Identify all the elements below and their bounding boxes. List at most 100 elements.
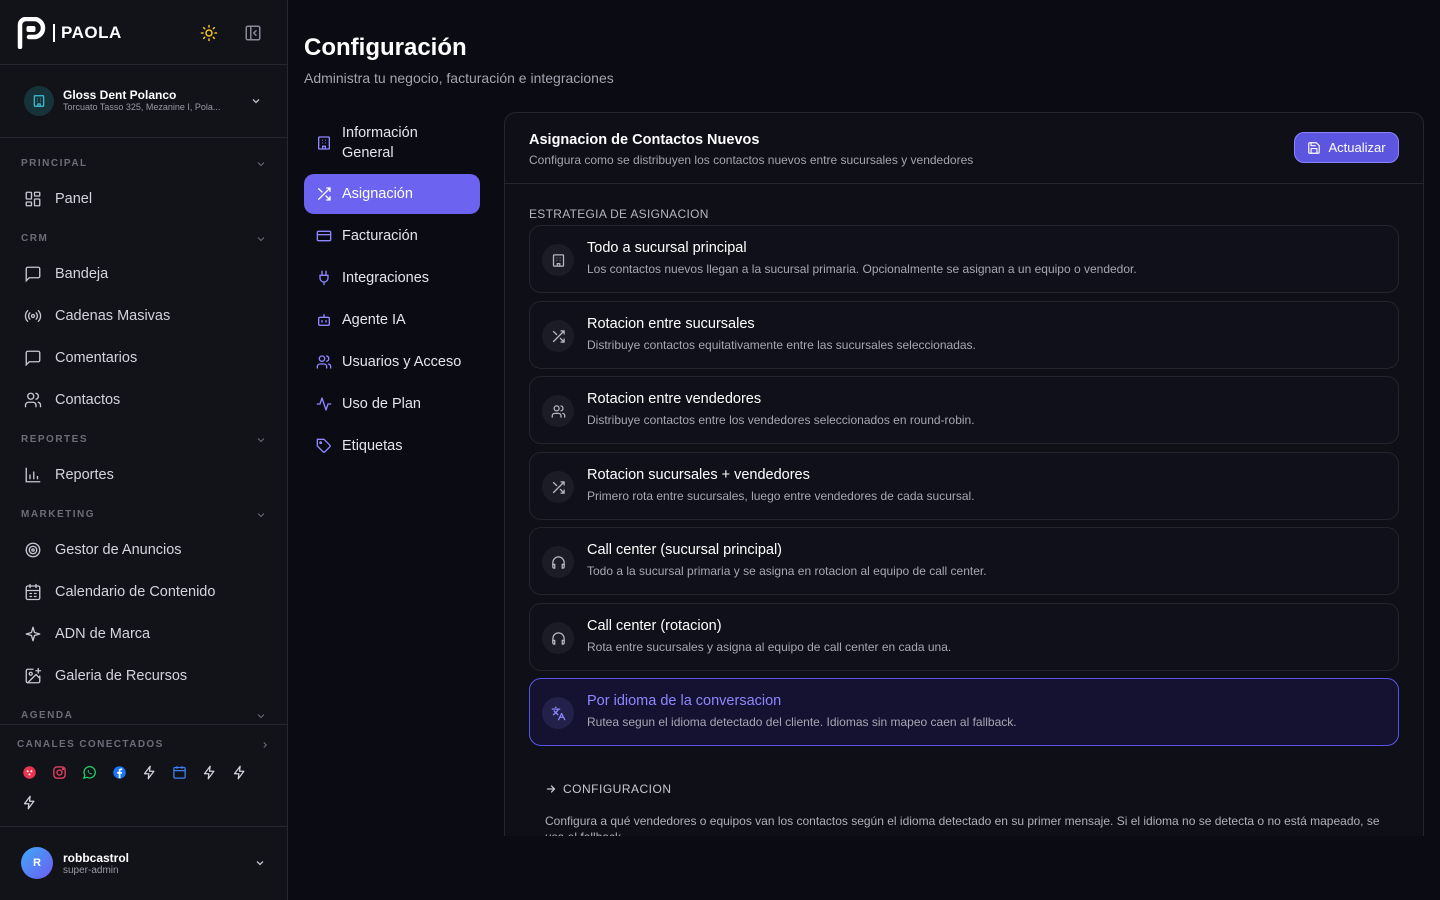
user-name: robbcastrol <box>63 851 130 865</box>
bot-channel-icon[interactable] <box>21 764 37 780</box>
strategy-label: ESTRATEGIA DE ASIGNACION <box>529 207 709 221</box>
logo-divider <box>53 24 55 42</box>
chevron-right-icon[interactable] <box>260 740 270 750</box>
settings-nav-etiquetas[interactable]: Etiquetas <box>304 426 480 466</box>
section-agenda: AGENDA <box>21 710 74 721</box>
settings-nav-agente-ia[interactable]: Agente IA <box>304 300 480 340</box>
target-icon <box>25 542 41 558</box>
chevron-down-icon[interactable] <box>250 95 262 107</box>
sidebar-item-label: Gestor de Anuncios <box>55 542 182 558</box>
config-section-header[interactable]: CONFIGURACION <box>545 782 672 796</box>
comment-icon <box>25 350 41 367</box>
sidebar-item-bandeja[interactable]: Bandeja <box>24 265 108 283</box>
sidebar-item-calendario[interactable]: Calendario de Contenido <box>24 583 215 601</box>
building-icon <box>318 136 330 150</box>
chevron-down-icon[interactable] <box>254 857 266 869</box>
settings-nav-informacion-general[interactable]: Información General <box>304 122 480 164</box>
strategy-option[interactable]: Rotacion entre vendedores Distribuye con… <box>529 376 1399 444</box>
users-icon <box>24 392 42 408</box>
channels-title: CANALES CONECTADOS <box>17 739 164 750</box>
panel-header: Asignacion de Contactos Nuevos Configura… <box>505 113 1423 184</box>
users-icon <box>316 355 332 369</box>
bolt-icon[interactable] <box>201 764 217 780</box>
headphones-icon <box>542 546 574 578</box>
sidebar-item-contactos[interactable]: Contactos <box>24 391 120 409</box>
user-menu[interactable]: R robbcastrol super-admin <box>0 826 287 900</box>
settings-nav-label: Uso de Plan <box>342 396 421 412</box>
workspace-address: Torcuato Tasso 325, Mezanine I, Pola... <box>63 102 221 112</box>
option-title: Rotacion entre sucursales <box>587 316 755 332</box>
sidebar-item-label: ADN de Marca <box>55 626 151 642</box>
bolt-icon[interactable] <box>141 764 157 780</box>
option-title: Todo a sucursal principal <box>587 240 747 256</box>
instagram-icon[interactable] <box>51 764 67 780</box>
chevron-down-icon[interactable] <box>255 509 267 521</box>
section-principal: PRINCIPAL <box>21 158 88 169</box>
workspace-name: Gloss Dent Polanco <box>63 88 177 102</box>
sidebar-item-label: Galeria de Recursos <box>55 668 188 684</box>
chevron-down-icon[interactable] <box>255 233 267 245</box>
user-role: super-admin <box>63 865 119 876</box>
tag-icon <box>316 438 331 453</box>
option-desc: Distribuye contactos equitativamente ent… <box>587 338 976 352</box>
sidebar-item-gestor-anuncios[interactable]: Gestor de Anuncios <box>24 541 182 559</box>
option-title: Call center (rotacion) <box>587 618 722 634</box>
sidebar-item-adn-marca[interactable]: ADN de Marca <box>24 625 150 643</box>
update-button[interactable]: Actualizar <box>1294 132 1399 163</box>
whatsapp-icon[interactable] <box>81 764 97 780</box>
strategy-option[interactable]: Call center (rotacion) Rota entre sucurs… <box>529 603 1399 671</box>
activity-icon <box>316 397 332 411</box>
bolt-icon[interactable] <box>21 794 37 810</box>
bot-icon <box>318 314 330 326</box>
strategy-option-selected[interactable]: Por idioma de la conversacion Rutea segu… <box>529 678 1399 746</box>
sidebar-item-galeria[interactable]: Galeria de Recursos <box>24 667 187 685</box>
bolt-icon[interactable] <box>231 764 247 780</box>
sidebar-item-comentarios[interactable]: Comentarios <box>24 349 137 367</box>
settings-nav-uso-plan[interactable]: Uso de Plan <box>304 384 480 424</box>
page-title: Configuración <box>304 34 467 61</box>
building-icon <box>33 95 45 107</box>
message-square-icon <box>25 266 41 283</box>
option-title: Por idioma de la conversacion <box>587 693 782 709</box>
collapse-sidebar-icon[interactable] <box>244 24 262 42</box>
brand-logo[interactable]: PAOLA <box>16 17 122 49</box>
shuffle-icon <box>542 320 574 352</box>
calendar-icon <box>25 583 41 601</box>
settings-nav-label: Usuarios y Acceso <box>342 354 462 370</box>
settings-nav-label: Integraciones <box>342 270 430 286</box>
logo-icon <box>17 17 46 49</box>
sidebar-item-reportes[interactable]: Reportes <box>24 466 114 484</box>
strategy-option[interactable]: Rotacion entre sucursales Distribuye con… <box>529 301 1399 369</box>
settings-nav-label: Etiquetas <box>342 438 403 454</box>
settings-nav-asignacion[interactable]: Asignación <box>304 174 480 214</box>
languages-icon <box>542 697 574 729</box>
credit-card-icon <box>316 230 332 242</box>
sidebar-item-panel[interactable]: Panel <box>24 190 92 208</box>
strategy-option[interactable]: Rotacion sucursales + vendedores Primero… <box>529 452 1399 520</box>
arrow-right-icon <box>546 785 556 793</box>
settings-nav-usuarios[interactable]: Usuarios y Acceso <box>304 342 480 382</box>
settings-nav-facturacion[interactable]: Facturación <box>304 216 480 256</box>
plug-icon <box>319 270 329 286</box>
sun-icon[interactable] <box>200 24 218 42</box>
headphones-icon <box>542 622 574 654</box>
settings-nav-integraciones[interactable]: Integraciones <box>304 258 480 298</box>
page-subtitle: Administra tu negocio, facturación e int… <box>304 70 614 86</box>
image-plus-icon <box>25 667 42 684</box>
sidebar-item-cadenas-masivas[interactable]: Cadenas Masivas <box>24 307 170 325</box>
sidebar-item-label: Bandeja <box>55 266 109 282</box>
workspace-avatar <box>24 86 54 116</box>
chevron-down-icon[interactable] <box>255 158 267 170</box>
assignment-panel: Asignacion de Contactos Nuevos Configura… <box>504 112 1424 836</box>
chevron-down-icon[interactable] <box>255 710 267 722</box>
facebook-icon[interactable] <box>111 764 127 780</box>
building-icon <box>542 244 574 276</box>
settings-nav-label: Información General <box>342 125 418 161</box>
option-desc: Primero rota entre sucursales, luego ent… <box>587 489 975 503</box>
chevron-down-icon[interactable] <box>255 434 267 446</box>
strategy-option[interactable]: Todo a sucursal principal Los contactos … <box>529 225 1399 293</box>
section-reportes: REPORTES <box>21 434 89 445</box>
option-title: Rotacion entre vendedores <box>587 391 762 407</box>
strategy-option[interactable]: Call center (sucursal principal) Todo a … <box>529 527 1399 595</box>
calendar-channel-icon[interactable] <box>171 764 187 780</box>
